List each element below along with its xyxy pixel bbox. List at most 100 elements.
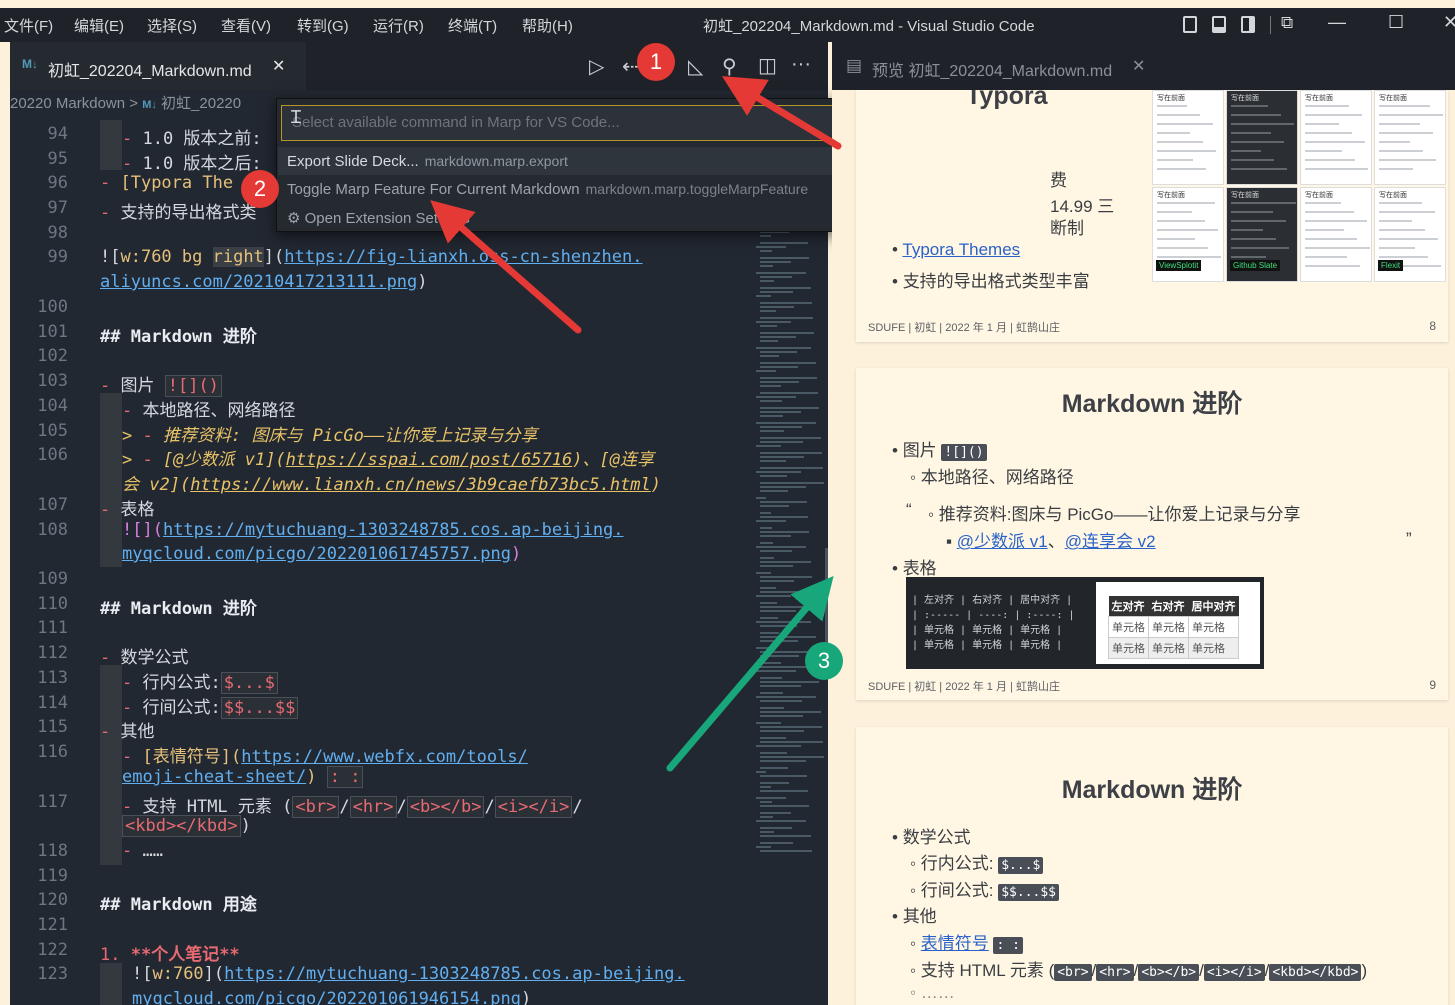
line-number: 107 xyxy=(37,495,68,515)
minimap-line xyxy=(756,396,796,398)
minimap-line xyxy=(760,677,782,679)
minimap-line xyxy=(756,572,771,574)
minimap-line xyxy=(760,576,812,578)
thumbnail-text-line xyxy=(1157,247,1208,249)
code-line-97: - 支持的导出格式类 xyxy=(100,203,257,223)
palette-item-export[interactable]: Export Slide Deck... markdown.marp.export xyxy=(287,153,568,170)
thumbnail-label: ViewSplotit xyxy=(1156,260,1202,271)
breadcrumb-file[interactable]: 初虹_20220 xyxy=(161,95,241,112)
code-line-112: - 数学公式 xyxy=(100,648,189,668)
minimap-line xyxy=(760,407,819,409)
toggle-panel-icon[interactable] xyxy=(1212,16,1226,33)
split-editor-icon[interactable]: ◫ xyxy=(758,53,777,78)
breadcrumb-file-part[interactable]: Markdown xyxy=(56,95,125,112)
line-number: 122 xyxy=(37,940,68,960)
menu-view[interactable]: 查看(V) xyxy=(221,15,271,36)
thumbnail-text-line xyxy=(1305,238,1357,240)
thumbnail-text-line xyxy=(1305,211,1354,213)
slide-8: Typora 费 14.99 三 断制 • Typora Themes • 支持… xyxy=(856,90,1448,342)
toggle-sidebar-icon[interactable] xyxy=(1183,16,1197,33)
theme-thumbnail: 写在前面 xyxy=(1226,90,1298,185)
minimap-line xyxy=(760,812,791,814)
palette-item-settings[interactable]: ⚙ Open Extension Settings xyxy=(287,209,470,227)
thumbnail-text-line xyxy=(1231,247,1289,249)
code-line-107: - 表格 xyxy=(100,500,155,520)
table-cell: 单元格 xyxy=(1108,616,1149,638)
close-button[interactable]: ✕ xyxy=(1443,12,1455,33)
run-icon[interactable]: ▷ xyxy=(589,54,604,79)
thumbnail-text-line xyxy=(1231,238,1276,240)
minimap-line xyxy=(760,831,774,833)
menu-run[interactable]: 运行(R) xyxy=(373,15,424,36)
minimap[interactable] xyxy=(754,220,824,860)
minimap-line xyxy=(760,700,802,702)
preview-tab-label[interactable]: 预览 初虹_202204_Markdown.md xyxy=(872,57,1112,81)
customize-layout-icon[interactable]: ⧉ xyxy=(1281,13,1293,33)
minimap-line xyxy=(760,756,824,758)
minimap-line xyxy=(760,512,771,514)
thumbnail-text-line xyxy=(1379,247,1415,249)
line-number: 109 xyxy=(37,569,68,589)
minimap-line xyxy=(760,662,781,664)
thumbnail-heading: 写在前面 xyxy=(1157,95,1185,102)
slide-partial-text: 断制 xyxy=(1050,219,1084,238)
minimap-line xyxy=(756,422,816,424)
slide-quote-open: “ xyxy=(906,500,912,519)
thumbnail-text-line xyxy=(1231,202,1296,204)
thumbnail-text-line xyxy=(1379,229,1425,231)
minimap-line xyxy=(760,715,803,717)
minimap-line xyxy=(760,317,813,319)
minimap-line xyxy=(756,621,811,623)
editor-tab[interactable]: M↓ 初虹_202204_Markdown.md ✕ xyxy=(10,42,306,90)
minimap-line xyxy=(760,291,793,293)
more-actions-icon[interactable]: ··· xyxy=(791,53,811,76)
minimap-line xyxy=(760,801,772,803)
slide-bullet: ◦ …… xyxy=(910,983,955,1002)
menu-help[interactable]: 帮助(H) xyxy=(522,15,573,36)
minimap-line xyxy=(760,640,798,642)
minimap-line xyxy=(760,430,784,432)
minimap-line xyxy=(756,295,771,297)
toggle-secondary-sidebar-icon[interactable] xyxy=(1241,16,1255,33)
slide-bullet: ▪ @少数派 v1、@连享会 v2 xyxy=(946,532,1156,551)
breadcrumb-folder[interactable]: 20220 xyxy=(10,95,52,112)
minimap-line xyxy=(760,400,782,402)
line-number: 121 xyxy=(37,915,68,935)
minimap-line xyxy=(760,340,778,342)
preview-tab-close-icon[interactable]: ✕ xyxy=(1132,56,1145,76)
minimap-line xyxy=(760,606,814,608)
minimap-line xyxy=(756,471,801,473)
minimap-line xyxy=(760,655,799,657)
marp-command-icon[interactable]: ◺ xyxy=(688,54,703,79)
minimap-line xyxy=(760,711,821,713)
minimap-line xyxy=(760,460,786,462)
menu-selection[interactable]: 选择(S) xyxy=(147,15,197,36)
title-bar: 文件(F) 编辑(E) 选择(S) 查看(V) 转到(G) 运行(R) 终端(T… xyxy=(0,8,1455,42)
menu-file[interactable]: 文件(F) xyxy=(4,15,53,36)
menu-terminal[interactable]: 终端(T) xyxy=(448,15,497,36)
code-line-123: ![w:760](https://mytuchuang-1303248785.c… xyxy=(132,964,685,984)
share-icon[interactable]: ⚲ xyxy=(722,54,737,79)
minimap-line xyxy=(760,782,789,784)
slide-footer: SDUFE | 初虹 | 2022 年 1 月 | 虹鹄山庄 xyxy=(868,322,1060,334)
palette-item-toggle-marp[interactable]: Toggle Marp Feature For Current Markdown… xyxy=(287,181,808,198)
back-icon[interactable]: ⇠ xyxy=(622,54,639,79)
thumbnail-text-line xyxy=(1157,256,1221,258)
thumbnail-text-line xyxy=(1157,150,1216,152)
slide-bullet: ◦ 本地路径、网络路径 xyxy=(910,468,1074,487)
slide-title: Markdown 进阶 xyxy=(1061,776,1243,804)
thumbnail-text-line xyxy=(1305,202,1341,204)
editor-tab-close-icon[interactable]: ✕ xyxy=(272,56,285,76)
minimap-line xyxy=(760,602,777,604)
menu-go[interactable]: 转到(G) xyxy=(297,15,349,36)
minimap-line xyxy=(760,632,779,634)
menu-edit[interactable]: 编辑(E) xyxy=(74,15,124,36)
maximize-button[interactable]: ☐ xyxy=(1388,12,1404,33)
minimap-line xyxy=(760,280,774,282)
preview-pane[interactable]: Typora 费 14.99 三 断制 • Typora Themes • 支持… xyxy=(832,90,1455,1005)
thumbnail-text-line xyxy=(1379,141,1410,143)
line-number: 117 xyxy=(37,792,68,812)
line-number: 113 xyxy=(37,668,68,688)
code-line-99-wrap: aliyuncs.com/20210417213111.png) xyxy=(100,272,428,292)
minimize-button[interactable]: — xyxy=(1328,12,1346,33)
